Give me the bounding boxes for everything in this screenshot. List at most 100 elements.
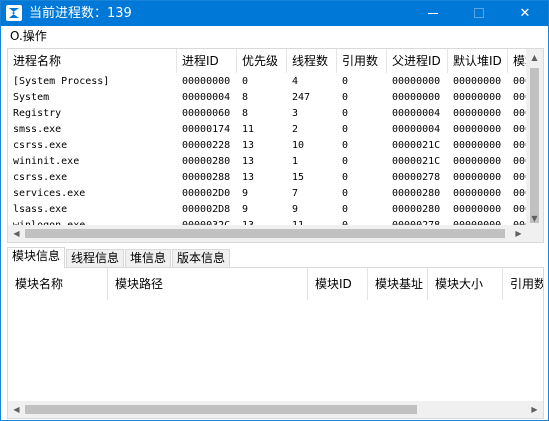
column-header-module-name[interactable]: 模块名称: [8, 268, 108, 300]
cell-priority: 9: [242, 204, 249, 215]
close-icon: ✕: [519, 6, 531, 21]
cell-process-id: 00000000: [182, 76, 231, 87]
cell-default-heap-id: 00000000: [453, 76, 502, 87]
cell-priority: 13: [242, 156, 255, 167]
table-row[interactable]: wininit.exe 00000280 13 1 0 0000021C 00000000 0…: [8, 154, 531, 170]
menu-bar: O.操作: [1, 26, 548, 46]
cell-process-name: wininit.exe: [13, 156, 80, 167]
cell-process-id: 00000060: [182, 108, 231, 119]
cell-ref-count: 0: [342, 140, 349, 151]
module-scroll-left-icon[interactable]: ◀: [8, 401, 25, 418]
cell-thread-count: 2: [292, 124, 299, 135]
cell-ref-count: 0: [342, 76, 349, 87]
cell-ref-count: 0: [342, 204, 349, 215]
cell-priority: 8: [242, 92, 249, 103]
tab-thread-info[interactable]: 线程信息: [66, 249, 124, 267]
horizontal-scroll-thumb[interactable]: [25, 229, 505, 238]
cell-ref-count: 0: [342, 108, 349, 119]
column-header-default-heap-id[interactable]: 默认堆ID: [448, 49, 508, 73]
process-list[interactable]: 进程名称 进程ID 优先级 线程数 引用数 父进程ID 默认堆ID 模块 [Sy…: [7, 48, 544, 243]
title-bar[interactable]: 当前进程数：139 ✕: [1, 1, 548, 26]
column-header-module-size[interactable]: 模块大小: [428, 268, 503, 300]
cell-process-id: 00000228: [182, 140, 231, 151]
window-title: 当前进程数：139: [29, 6, 132, 21]
column-header-module-path[interactable]: 模块路径: [108, 268, 308, 300]
column-header-module-id[interactable]: 模块ID: [308, 268, 368, 300]
table-row[interactable]: [System Process] 00000000 0 4 0 00000000 00000…: [8, 74, 531, 90]
column-header-process-name[interactable]: 进程名称: [8, 49, 177, 73]
cell-priority: 11: [242, 124, 255, 135]
process-list-header: 进程名称 进程ID 优先级 线程数 引用数 父进程ID 默认堆ID 模块: [8, 49, 543, 73]
scroll-left-icon[interactable]: ◀: [8, 225, 25, 242]
module-horizontal-scroll-thumb[interactable]: [25, 405, 417, 414]
cell-default-heap-id: 00000000: [453, 140, 502, 151]
column-header-ref-count[interactable]: 引用数: [337, 49, 387, 73]
cell-process-id: 00000280: [182, 156, 231, 167]
column-header-priority[interactable]: 优先级: [237, 49, 287, 73]
table-row[interactable]: lsass.exe 000002D8 9 9 0 00000280 00000000 00C: [8, 202, 531, 218]
column-header-parent-pid[interactable]: 父进程ID: [387, 49, 448, 73]
cell-parent-pid: 00000280: [392, 204, 441, 215]
cell-priority: 0: [242, 76, 249, 87]
table-row[interactable]: csrss.exe 00000228 13 10 0 0000021C 00000000 00…: [8, 138, 531, 154]
cell-process-name: smss.exe: [13, 124, 62, 135]
cell-default-heap-id: 00000000: [453, 92, 502, 103]
cell-thread-count: 10: [292, 140, 305, 151]
cell-default-heap-id: 00000000: [453, 172, 502, 183]
cell-priority: 13: [242, 140, 255, 151]
cell-default-heap-id: 00000000: [453, 124, 502, 135]
cell-process-name: lsass.exe: [13, 204, 68, 215]
vertical-scrollbar[interactable]: ▲ ▼: [526, 49, 543, 227]
cell-ref-count: 0: [342, 124, 349, 135]
cell-process-name: Registry: [13, 108, 62, 119]
tab-module-info[interactable]: 模块信息: [7, 247, 65, 268]
cell-ref-count: 0: [342, 156, 349, 167]
cell-parent-pid: 00000004: [392, 108, 441, 119]
scroll-right-icon[interactable]: ▶: [510, 225, 527, 242]
cell-thread-count: 15: [292, 172, 305, 183]
column-header-module-base[interactable]: 模块基址: [368, 268, 428, 300]
cell-process-name: System: [13, 92, 50, 103]
app-logo-icon: [6, 5, 22, 21]
detail-tabs: 模块信息 线程信息 堆信息 版本信息: [7, 247, 544, 268]
cell-parent-pid: 0000021C: [392, 156, 441, 167]
module-list-header: 模块名称 模块路径 模块ID 模块基址 模块大小 引用数: [8, 268, 543, 300]
tab-heap-info[interactable]: 堆信息: [125, 249, 171, 267]
module-horizontal-scrollbar[interactable]: ◀ ▶: [8, 401, 543, 418]
cell-default-heap-id: 00000000: [453, 156, 502, 167]
cell-process-id: 000002D8: [182, 204, 231, 215]
cell-parent-pid: 00000004: [392, 124, 441, 135]
menu-item-operate[interactable]: O.操作: [10, 28, 47, 44]
minimize-button[interactable]: [410, 1, 456, 26]
cell-parent-pid: 00000278: [392, 172, 441, 183]
cell-ref-count: 0: [342, 172, 349, 183]
tab-version-info[interactable]: 版本信息: [172, 249, 230, 267]
cell-priority: 13: [242, 172, 255, 183]
column-header-process-id[interactable]: 进程ID: [177, 49, 237, 73]
cell-parent-pid: 00000000: [392, 92, 441, 103]
cell-thread-count: 1: [292, 156, 299, 167]
cell-process-id: 00000288: [182, 172, 231, 183]
horizontal-scrollbar[interactable]: ◀ ▶: [8, 225, 527, 242]
table-row[interactable]: Registry 00000060 8 3 0 00000004 00000000 00C: [8, 106, 531, 122]
main-window: 当前进程数：139 ✕ O.操作 进程名称 进程ID 优先级 线程数 引用数 父…: [0, 0, 549, 421]
scrollbar-corner: [526, 225, 543, 242]
cell-ref-count: 0: [342, 188, 349, 199]
scroll-up-icon[interactable]: ▲: [526, 49, 543, 66]
table-row[interactable]: smss.exe 00000174 11 2 0 00000004 00000000 00C: [8, 122, 531, 138]
module-scroll-right-icon[interactable]: ▶: [526, 401, 543, 418]
maximize-button[interactable]: [456, 1, 502, 26]
vertical-scroll-thumb[interactable]: [530, 68, 539, 223]
column-header-module-ref-count[interactable]: 引用数: [503, 268, 543, 300]
table-row[interactable]: csrss.exe 00000288 13 15 0 00000278 00000000 00…: [8, 170, 531, 186]
module-list[interactable]: 模块名称 模块路径 模块ID 模块基址 模块大小 引用数 ◀ ▶: [7, 267, 544, 419]
close-button[interactable]: ✕: [502, 1, 548, 26]
cell-thread-count: 9: [292, 204, 299, 215]
column-header-thread-count[interactable]: 线程数: [287, 49, 337, 73]
table-row[interactable]: System 00000004 8 247 0 00000000 00000000 00C: [8, 90, 531, 106]
cell-priority: 8: [242, 108, 249, 119]
cell-process-id: 000002D0: [182, 188, 231, 199]
cell-thread-count: 4: [292, 76, 299, 87]
table-row[interactable]: services.exe 000002D0 9 7 0 00000280 00000000 0…: [8, 186, 531, 202]
cell-thread-count: 247: [292, 92, 311, 103]
